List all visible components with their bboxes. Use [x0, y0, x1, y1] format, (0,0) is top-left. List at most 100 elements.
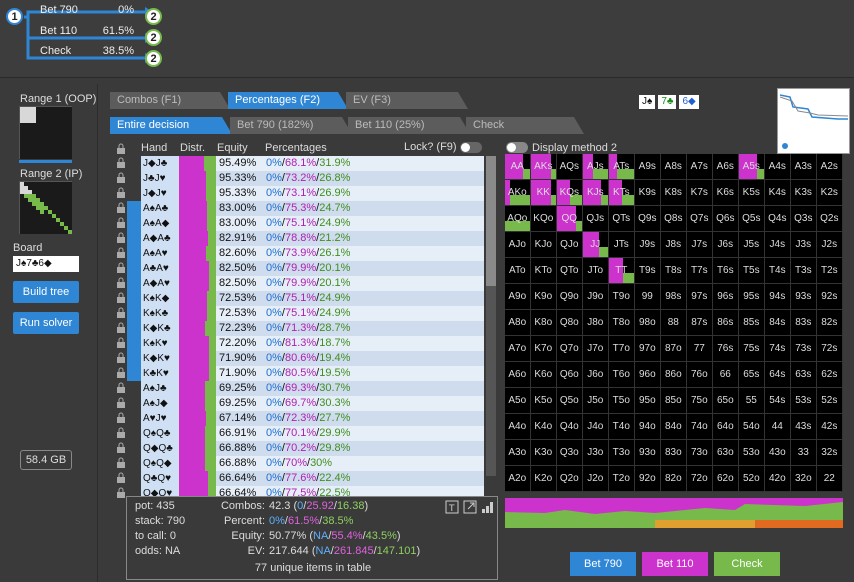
lock-icon[interactable]: [116, 187, 126, 199]
grid-cell[interactable]: K7s: [687, 180, 713, 206]
grid-cell[interactable]: A5o: [505, 388, 531, 414]
grid-cell[interactable]: QJo: [557, 232, 583, 258]
table-row[interactable]: Q♣Q♥ 66.64% 0%/77.6%/22.4%: [114, 471, 484, 486]
grid-cell[interactable]: KQs: [557, 180, 583, 206]
grid-cell[interactable]: J5s: [739, 232, 765, 258]
grid-cell[interactable]: 32o: [791, 466, 817, 492]
grid-cell[interactable]: Q2s: [817, 206, 843, 232]
lock-icon[interactable]: [116, 322, 126, 334]
grid-cell[interactable]: T7s: [687, 258, 713, 284]
grid-cell[interactable]: 93o: [635, 440, 661, 466]
grid-cell[interactable]: A9s: [635, 154, 661, 180]
grid-cell[interactable]: 92s: [817, 284, 843, 310]
tree-root-node[interactable]: 1: [6, 8, 23, 25]
lock-toggle[interactable]: [460, 142, 482, 153]
grid-cell[interactable]: TT: [609, 258, 635, 284]
grid-cell[interactable]: A8s: [661, 154, 687, 180]
table-row[interactable]: A♥J♥ 67.14% 0%/72.3%/27.7%: [114, 411, 484, 426]
grid-cell[interactable]: J8s: [661, 232, 687, 258]
grid-cell[interactable]: AQs: [557, 154, 583, 180]
scrollbar-thumb[interactable]: [486, 156, 496, 286]
grid-cell[interactable]: K5s: [739, 180, 765, 206]
table-row[interactable]: J◆J♥ 95.33% 0%/73.1%/26.9%: [114, 186, 484, 201]
grid-cell[interactable]: T3s: [791, 258, 817, 284]
grid-cell[interactable]: 82o: [661, 466, 687, 492]
grid-cell[interactable]: 52o: [739, 466, 765, 492]
grid-cell[interactable]: J7o: [583, 336, 609, 362]
column-header-distr[interactable]: Distr.: [180, 142, 205, 154]
lock-icon[interactable]: [116, 157, 126, 169]
lock-icon[interactable]: [116, 262, 126, 274]
table-row[interactable]: A♠J♣ 69.25% 0%/69.3%/30.7%: [114, 381, 484, 396]
grid-cell[interactable]: 86o: [661, 362, 687, 388]
grid-cell[interactable]: 55: [739, 388, 765, 414]
grid-cell[interactable]: 64s: [765, 362, 791, 388]
grid-cell[interactable]: AJo: [505, 232, 531, 258]
grid-cell[interactable]: T9o: [609, 284, 635, 310]
grid-cell[interactable]: J5o: [583, 388, 609, 414]
grid-cell[interactable]: A2o: [505, 466, 531, 492]
range2-thumbnail[interactable]: [19, 181, 72, 234]
grid-cell[interactable]: KTo: [531, 258, 557, 284]
grid-cell[interactable]: 32s: [817, 440, 843, 466]
grid-cell[interactable]: 84s: [765, 310, 791, 336]
grid-cell[interactable]: K4o: [531, 414, 557, 440]
lock-icon[interactable]: [116, 412, 126, 424]
grid-cell[interactable]: 82s: [817, 310, 843, 336]
grid-cell[interactable]: ATs: [609, 154, 635, 180]
grid-cell[interactable]: 54o: [739, 414, 765, 440]
grid-cell[interactable]: 42s: [817, 414, 843, 440]
grid-cell[interactable]: K5o: [531, 388, 557, 414]
lock-icon[interactable]: [116, 367, 126, 379]
lock-icon[interactable]: [116, 382, 126, 394]
grid-cell[interactable]: 62o: [713, 466, 739, 492]
grid-cell[interactable]: 87o: [661, 336, 687, 362]
table-row[interactable]: K♣K♥ 71.90% 0%/80.5%/19.5%: [114, 366, 484, 381]
grid-cell[interactable]: 63s: [791, 362, 817, 388]
grid-cell[interactable]: T8o: [609, 310, 635, 336]
grid-cell[interactable]: 53s: [791, 388, 817, 414]
check-button[interactable]: Check: [714, 552, 780, 576]
grid-cell[interactable]: K4s: [765, 180, 791, 206]
grid-cell[interactable]: T7o: [609, 336, 635, 362]
grid-cell[interactable]: Q7s: [687, 206, 713, 232]
grid-cell[interactable]: 96o: [635, 362, 661, 388]
grid-cell[interactable]: 99: [635, 284, 661, 310]
grid-cell[interactable]: Q4s: [765, 206, 791, 232]
grid-cell[interactable]: T6s: [713, 258, 739, 284]
grid-cell[interactable]: JJ: [583, 232, 609, 258]
lock-icon[interactable]: [116, 202, 126, 214]
lock-icon[interactable]: [116, 247, 126, 259]
grid-cell[interactable]: 62s: [817, 362, 843, 388]
grid-cell[interactable]: 93s: [791, 284, 817, 310]
grid-cell[interactable]: Q2o: [557, 466, 583, 492]
grid-cell[interactable]: 44: [765, 414, 791, 440]
grid-cell[interactable]: J6o: [583, 362, 609, 388]
grid-cell[interactable]: K3o: [531, 440, 557, 466]
grid-cell[interactable]: J3s: [791, 232, 817, 258]
grid-cell[interactable]: 97s: [687, 284, 713, 310]
grid-cell[interactable]: J3o: [583, 440, 609, 466]
grid-cell[interactable]: A3s: [791, 154, 817, 180]
tree-child-node[interactable]: 2: [145, 8, 162, 25]
text-view-icon[interactable]: T: [445, 500, 459, 514]
grid-cell[interactable]: T8s: [661, 258, 687, 284]
grid-cell[interactable]: J2s: [817, 232, 843, 258]
table-row[interactable]: A♠A♣ 83.00% 0%/75.3%/24.7%: [114, 201, 484, 216]
grid-cell[interactable]: K7o: [531, 336, 557, 362]
grid-cell[interactable]: 75o: [687, 388, 713, 414]
grid-cell[interactable]: 98s: [661, 284, 687, 310]
grid-cell[interactable]: 87s: [687, 310, 713, 336]
grid-cell[interactable]: Q5s: [739, 206, 765, 232]
grid-cell[interactable]: J9s: [635, 232, 661, 258]
lock-icon[interactable]: [116, 487, 126, 499]
table-row[interactable]: Q♠Q◆ 66.88% 0%/70%/30%: [114, 456, 484, 471]
grid-cell[interactable]: T4o: [609, 414, 635, 440]
grid-cell[interactable]: Q5o: [557, 388, 583, 414]
grid-cell[interactable]: KQo: [531, 206, 557, 232]
grid-cell[interactable]: Q7o: [557, 336, 583, 362]
tab-bet-110[interactable]: Bet 110 (25%): [348, 117, 470, 134]
build-tree-button[interactable]: Build tree: [13, 281, 79, 303]
grid-cell[interactable]: 65s: [739, 362, 765, 388]
grid-cell[interactable]: AJs: [583, 154, 609, 180]
